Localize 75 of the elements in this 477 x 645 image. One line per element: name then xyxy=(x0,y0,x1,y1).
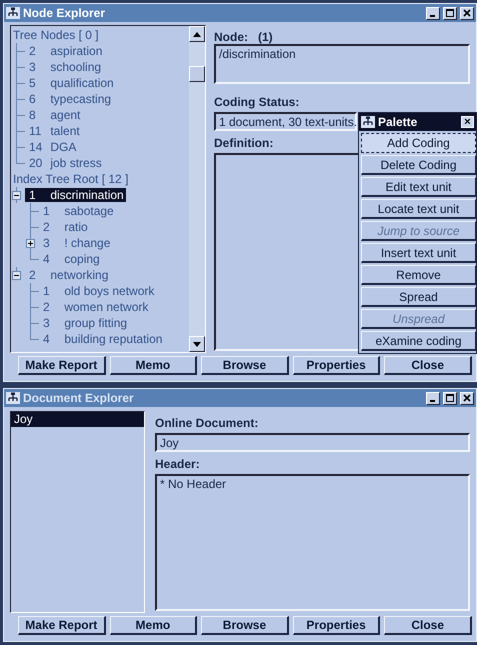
down-arrow-icon xyxy=(193,342,201,346)
header-field[interactable]: * No Header xyxy=(155,474,470,611)
palette-title: Palette xyxy=(378,115,418,129)
dialog-button[interactable]: Make Report xyxy=(18,616,106,635)
dialog-button[interactable]: Memo xyxy=(110,616,198,635)
tree-item[interactable]: 4 coping xyxy=(39,252,102,266)
dialog-button[interactable]: Properties xyxy=(292,616,380,635)
close-button[interactable] xyxy=(460,6,474,20)
tree-item[interactable]: 14 DGA xyxy=(25,140,78,154)
maximize-button[interactable] xyxy=(443,6,457,20)
dialog-button[interactable]: Close xyxy=(384,616,472,635)
tree-item[interactable]: 2 networking xyxy=(25,268,110,282)
minimize-button[interactable] xyxy=(426,6,440,20)
scrollbar[interactable] xyxy=(189,26,205,352)
document-item[interactable]: Joy xyxy=(11,412,144,427)
tree-item[interactable]: 8 agent xyxy=(25,108,82,122)
node-number: (1) xyxy=(258,30,273,44)
tree-item[interactable]: 1 discrimination xyxy=(25,188,126,202)
field-label: Online Document: xyxy=(155,416,258,430)
field-label: Coding Status: xyxy=(214,95,300,109)
online-document-field[interactable]: Joy xyxy=(155,433,470,452)
tree-item[interactable]: 3 group fitting xyxy=(39,316,130,330)
window-title: Node Explorer xyxy=(23,6,106,20)
scroll-down-button[interactable] xyxy=(189,336,205,352)
field-label: Definition: xyxy=(214,136,274,150)
tree-item[interactable]: 11 talent xyxy=(25,124,82,138)
up-arrow-icon xyxy=(193,32,201,36)
tree-item[interactable]: 6 typecasting xyxy=(25,92,114,106)
tree-item[interactable]: 2 ratio xyxy=(39,220,90,234)
dialog-button[interactable]: Make Report xyxy=(18,356,106,375)
dialog-button[interactable]: Properties xyxy=(292,356,380,375)
close-button[interactable] xyxy=(460,392,474,404)
close-button[interactable]: × xyxy=(461,116,474,128)
maximize-icon xyxy=(446,394,454,402)
window-title: Document Explorer xyxy=(23,391,134,405)
tree-item[interactable]: 5 qualification xyxy=(25,76,116,90)
node-field[interactable]: /discrimination xyxy=(214,44,470,84)
maximize-button[interactable] xyxy=(443,392,457,404)
minimize-button[interactable] xyxy=(426,392,440,404)
close-icon xyxy=(463,394,471,402)
dialog-button[interactable]: Browse xyxy=(201,356,289,375)
coding-status-field[interactable]: 1 document, 30 text-units. xyxy=(214,112,357,131)
tree-icon xyxy=(361,116,375,128)
collapse-box[interactable] xyxy=(12,270,21,280)
dialog-button[interactable]: Close xyxy=(384,356,472,375)
close-icon xyxy=(463,9,471,17)
collapse-box[interactable] xyxy=(12,190,21,200)
palette-button[interactable]: eXamine coding xyxy=(361,331,476,351)
tree-item[interactable]: 1 old boys network xyxy=(39,284,156,298)
tree-root[interactable]: Tree Nodes [ 0 ] xyxy=(11,28,99,42)
scroll-up-button[interactable] xyxy=(189,26,205,42)
dialog-button[interactable]: Browse xyxy=(201,616,289,635)
palette-button[interactable]: Insert text unit xyxy=(361,243,476,263)
tree-root[interactable]: Index Tree Root [ 12 ] xyxy=(11,172,128,186)
tree-item[interactable]: 2 aspiration xyxy=(25,44,104,58)
tree-icon xyxy=(6,392,20,404)
scroll-thumb[interactable] xyxy=(189,66,205,82)
palette-button[interactable]: Add Coding xyxy=(361,133,476,153)
maximize-icon xyxy=(446,9,454,17)
tree-item[interactable]: 20 job stress xyxy=(25,156,104,170)
field-label: Header: xyxy=(155,457,200,471)
palette-button[interactable]: Remove xyxy=(361,265,476,285)
dialog-button[interactable]: Memo xyxy=(110,356,198,375)
expand-box[interactable] xyxy=(26,238,35,248)
tree-item[interactable]: 3 schooling xyxy=(25,60,104,74)
tree-item[interactable]: 4 building reputation xyxy=(39,332,164,346)
palette-button[interactable]: Edit text unit xyxy=(361,177,476,197)
tree-icon xyxy=(6,7,20,19)
palette-button[interactable]: Locate text unit xyxy=(361,199,476,219)
tree-item[interactable]: 2 women network xyxy=(39,300,150,314)
palette-button[interactable]: Delete Coding xyxy=(361,155,476,175)
tree-item[interactable]: 1 sabotage xyxy=(39,204,116,218)
tree-item[interactable]: 3 ! change xyxy=(39,236,112,250)
field-label: Node: xyxy=(214,30,248,44)
palette-button[interactable]: Spread xyxy=(361,287,476,307)
